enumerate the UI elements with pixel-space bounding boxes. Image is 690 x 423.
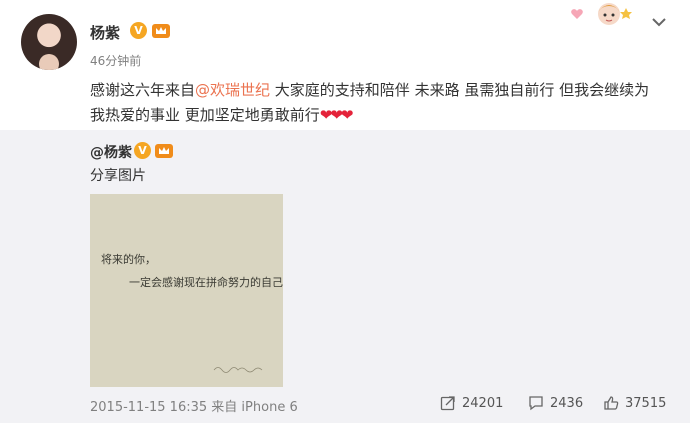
comment-icon [529,396,543,411]
post-content: 感谢这六年来自@欢瑞世纪 大家庭的支持和陪伴 未来路 虽需独自前行 但我会继续为… [90,78,650,128]
content-text-before: 感谢这六年来自 [90,81,196,99]
verified-v-icon: V [130,22,147,39]
sticker-decoration-icon [571,3,632,25]
comment-count: 2436 [550,395,584,411]
comment-button[interactable]: 2436 [528,394,583,412]
repost-image[interactable]: 将来的你， 一定会感谢现在拼命努力的自己 [90,194,283,387]
thumbs-up-icon [604,396,619,410]
repost-username[interactable]: @杨紫 [90,142,132,162]
image-text-line1: 将来的你， [101,253,156,266]
repost-box: @杨紫 V 分享图片 将来的你， 一定会感谢现在拼命努力的自己 2015-11-… [0,130,690,423]
like-count: 37515 [625,395,667,411]
mention-link[interactable]: @欢瑞世纪 [195,81,270,99]
heart-emoji-icons: ❤❤❤ [319,106,354,124]
user-avatar[interactable] [21,14,77,70]
like-button[interactable]: 37515 [603,394,666,412]
crown-icon[interactable] [151,21,171,39]
forward-button[interactable]: 24201 [440,394,503,412]
image-text-line2: 一定会感谢现在拼命努力的自己 [129,276,283,289]
chevron-down-icon[interactable] [651,14,667,30]
forward-icon [440,396,455,411]
post-timestamp[interactable]: 46分钟前 [90,52,141,69]
weibo-post: 杨紫 V 46分钟前 感谢这六年来自@欢瑞世纪 大家庭的支持和陪伴 未来路 虽需… [0,0,690,423]
image-signature-scribble [213,367,263,373]
post-meta: 2015-11-15 16:35 来自 iPhone 6 [90,396,298,415]
post-source: 来自 iPhone 6 [211,400,298,415]
post-username[interactable]: 杨紫 [90,22,120,43]
repost-text: 分享图片 [90,168,146,184]
repost-crown-icon[interactable] [154,141,174,159]
forward-count: 24201 [462,395,504,411]
repost-verified-v-icon: V [134,142,151,159]
post-datetime[interactable]: 2015-11-15 16:35 [90,400,207,415]
